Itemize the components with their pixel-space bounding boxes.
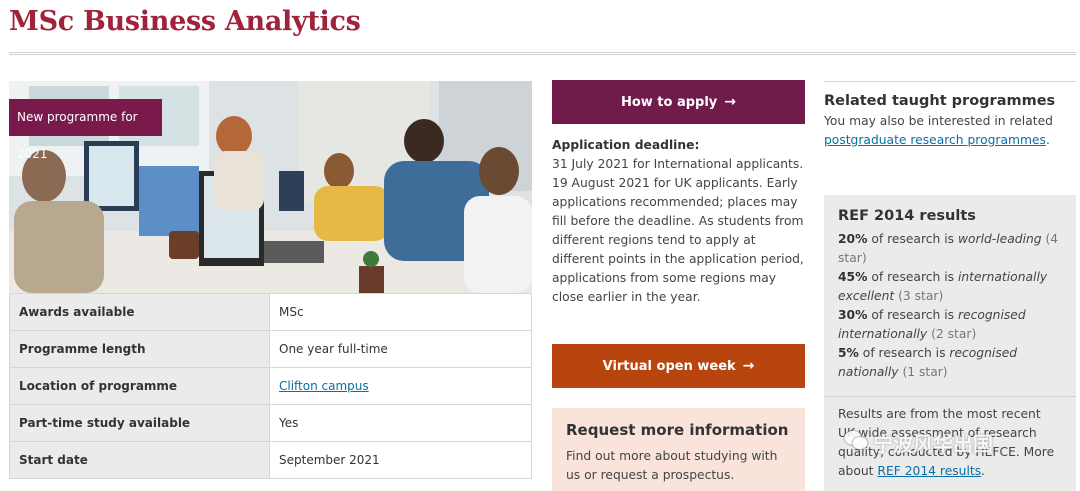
related-end: . <box>1045 133 1050 147</box>
table-row: Location of programme Clifton campus <box>9 367 532 405</box>
table-row: Part-time study available Yes <box>9 404 532 442</box>
ref-note-line: about REF 2014 results. <box>838 462 1062 481</box>
fact-value: MSc <box>269 293 532 331</box>
related-programmes: Related taught programmes You may also b… <box>824 81 1076 150</box>
fact-label: Start date <box>9 441 270 479</box>
fact-label: Location of programme <box>9 367 270 405</box>
ref-percent: 45% <box>838 270 868 284</box>
watermark: 宁波风华出国 <box>843 428 993 457</box>
ref-star: (2 star) <box>927 327 977 341</box>
fact-value: Yes <box>269 404 532 442</box>
ref-divider <box>824 396 1076 397</box>
wechat-icon <box>843 429 869 456</box>
fact-label: Part-time study available <box>9 404 270 442</box>
fact-label: Programme length <box>9 330 270 368</box>
virtual-open-week-label: Virtual open week <box>602 358 736 374</box>
programme-facts-table: Awards available MSc Programme length On… <box>9 293 532 479</box>
virtual-open-week-button[interactable]: Virtual open week → <box>552 344 805 388</box>
fact-label: Awards available <box>9 293 270 331</box>
table-row: Programme length One year full-time <box>9 330 532 368</box>
fact-value: September 2021 <box>269 441 532 479</box>
table-row: Awards available MSc <box>9 293 532 331</box>
ref-heading: REF 2014 results <box>838 208 976 224</box>
arrow-right-icon: → <box>724 94 737 110</box>
fact-value: Clifton campus <box>269 367 532 405</box>
ref-percent: 30% <box>838 308 868 322</box>
ref-note-end: . <box>981 464 986 478</box>
ref-mid: of research is <box>867 308 958 322</box>
ref-note-line: Results are from the most recent <box>838 407 1041 421</box>
how-to-apply-button[interactable]: How to apply → <box>552 80 805 124</box>
page-title: MSc Business Analytics <box>9 6 361 37</box>
ref-level: world-leading <box>957 232 1042 246</box>
ref-mid: of research is <box>867 232 958 246</box>
list-item: 30% of research is recognised internatio… <box>838 306 1062 344</box>
ref-results-list: 20% of research is world-leading (4 star… <box>838 230 1062 382</box>
list-item: 5% of research is recognised nationally … <box>838 344 1062 382</box>
request-info-panel[interactable]: Request more information Find out more a… <box>552 408 805 491</box>
ref-2014-results-link[interactable]: REF 2014 results <box>877 464 981 478</box>
title-divider <box>9 52 1076 55</box>
ref-mid: of research is <box>867 270 958 284</box>
related-heading: Related taught programmes <box>824 93 1056 109</box>
application-deadline: Application deadline: 31 July 2021 for I… <box>552 136 804 307</box>
list-item: 45% of research is internationally excel… <box>838 268 1062 306</box>
ref-mid: of research is <box>858 346 950 360</box>
ref-note-about: about <box>838 464 874 478</box>
how-to-apply-label: How to apply <box>620 94 718 110</box>
ref-percent: 5% <box>838 346 859 360</box>
postgraduate-research-link[interactable]: postgraduate research programmes <box>824 133 1046 147</box>
clifton-campus-link[interactable]: Clifton campus <box>279 379 369 393</box>
request-info-text: Find out more about studying with us or … <box>566 449 778 482</box>
watermark-text: 宁波风华出国 <box>873 432 993 456</box>
deadline-heading: Application deadline: <box>552 138 700 152</box>
request-info-heading: Request more information <box>566 421 789 439</box>
list-item: 20% of research is world-leading (4 star… <box>838 230 1062 268</box>
related-text: You may also be interested in related po… <box>824 112 1076 150</box>
arrow-right-icon: → <box>742 358 755 374</box>
ref-percent: 20% <box>838 232 868 246</box>
new-programme-badge: New programme for 2021 <box>9 99 162 161</box>
deadline-text: 31 July 2021 for International applicant… <box>552 157 804 304</box>
related-intro: You may also be interested in related <box>824 114 1053 128</box>
fact-value: One year full-time <box>269 330 532 368</box>
ref-star: (3 star) <box>894 289 944 303</box>
ref-star: (1 star) <box>898 365 948 379</box>
table-row: Start date September 2021 <box>9 441 532 479</box>
